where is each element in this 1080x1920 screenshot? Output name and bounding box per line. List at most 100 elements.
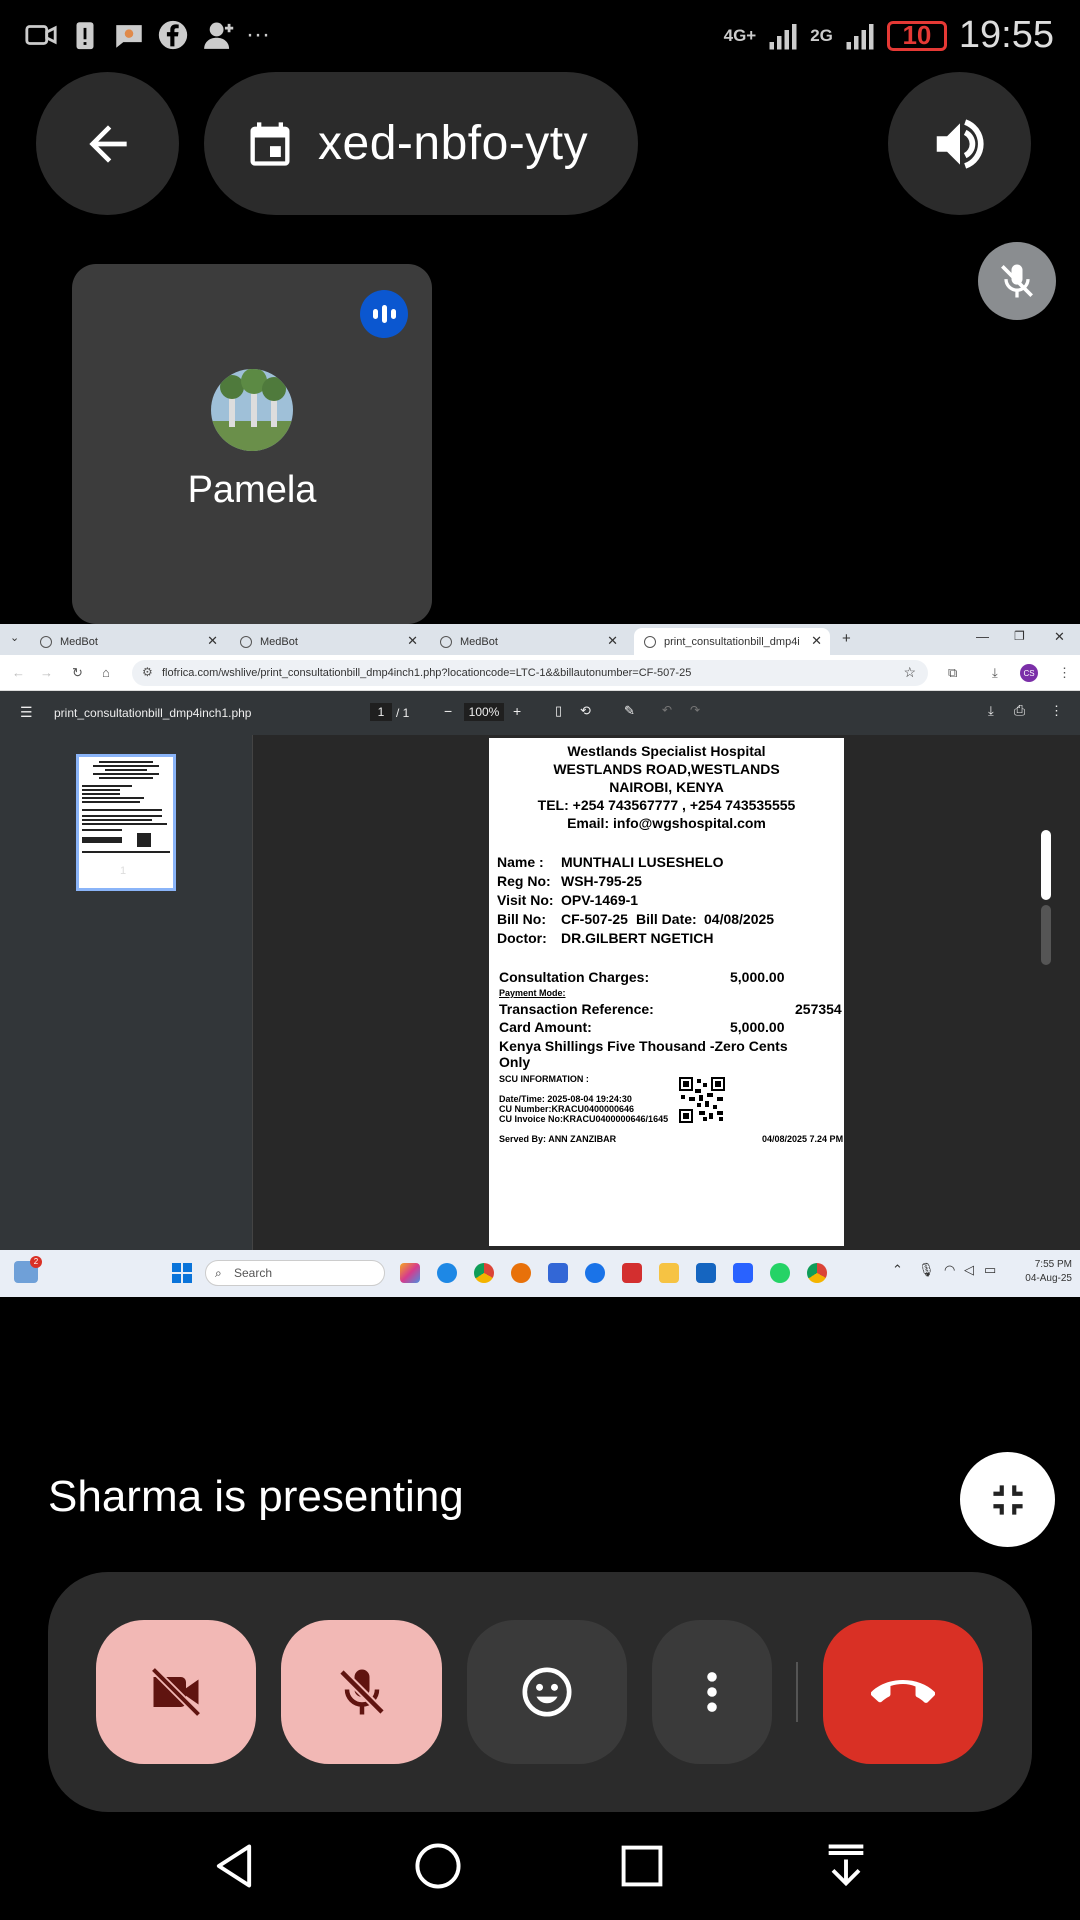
close-icon[interactable]: ✕ bbox=[607, 633, 618, 649]
widgets-badge: 2 bbox=[30, 1256, 42, 1268]
patient-name: MUNTHALI LUSESHELO bbox=[561, 854, 724, 870]
pdf-scrollbar-thumb[interactable] bbox=[1041, 830, 1051, 900]
participant-tile[interactable]: Pamela bbox=[72, 264, 432, 624]
undo-icon[interactable]: ↶ bbox=[662, 703, 672, 717]
reload-icon[interactable]: ↻ bbox=[72, 665, 83, 681]
browser-tab[interactable]: MedBot ✕ bbox=[230, 628, 426, 655]
annotate-icon[interactable]: ✎ bbox=[624, 703, 635, 719]
search-app-icon[interactable] bbox=[511, 1263, 531, 1283]
mic-toggle-button[interactable] bbox=[281, 1620, 442, 1764]
hospital-tel: TEL: +254 743567777 , +254 743535555 bbox=[537, 797, 796, 813]
chrome-icon[interactable] bbox=[474, 1263, 494, 1283]
cu-number: CU Number:KRACU0400000646 bbox=[499, 1104, 635, 1114]
zoom-level[interactable]: 100% bbox=[464, 703, 504, 721]
redo-icon[interactable]: ↷ bbox=[690, 703, 700, 717]
download-icon[interactable]: ⤓ bbox=[988, 703, 994, 719]
nav-back-icon[interactable] bbox=[208, 1840, 260, 1892]
forward-icon[interactable]: → bbox=[40, 665, 53, 680]
bill-date: 04/08/2025 bbox=[704, 911, 775, 927]
tab-label: MedBot bbox=[460, 635, 498, 648]
tab-search-icon[interactable]: ⌄ bbox=[10, 631, 19, 644]
close-icon[interactable]: ✕ bbox=[811, 633, 822, 649]
bookmark-star-icon[interactable]: ☆ bbox=[903, 664, 916, 681]
tray-chevron-icon[interactable]: ⌃ bbox=[892, 1262, 903, 1278]
sidebar-menu-icon[interactable]: ☰ bbox=[20, 704, 33, 721]
mic-off-icon bbox=[995, 259, 1039, 303]
pdf-scrollbar-track[interactable] bbox=[1041, 905, 1051, 965]
pdf-viewer: 1 Westlands Specialist Hospital WESTLAND… bbox=[0, 735, 1080, 1250]
app-icon[interactable] bbox=[585, 1263, 605, 1283]
wps-icon[interactable] bbox=[622, 1263, 642, 1283]
battery-tray-icon[interactable]: ▭ bbox=[984, 1262, 996, 1278]
close-icon[interactable]: ✕ bbox=[207, 633, 218, 649]
snipping-tool-icon[interactable] bbox=[548, 1263, 568, 1283]
camera-toggle-button[interactable] bbox=[96, 1620, 256, 1764]
copilot-icon[interactable] bbox=[400, 1263, 420, 1283]
nav-home-icon[interactable] bbox=[412, 1840, 464, 1892]
tray-mic-icon[interactable]: 🎙 bbox=[918, 1262, 935, 1278]
close-icon[interactable]: ✕ bbox=[407, 633, 418, 649]
reactions-button[interactable] bbox=[467, 1620, 627, 1764]
notification-icons: ··· bbox=[24, 18, 270, 52]
end-call-button[interactable] bbox=[823, 1620, 983, 1764]
visit-label: Visit No: bbox=[497, 892, 554, 908]
rotate-icon[interactable]: ⟲ bbox=[580, 703, 591, 719]
battery-level: 10 bbox=[902, 20, 932, 50]
windows-start-icon[interactable] bbox=[172, 1263, 192, 1283]
minimize-icon bbox=[983, 1475, 1033, 1525]
receipt-page: Westlands Specialist Hospital WESTLANDS … bbox=[489, 738, 844, 1246]
edge-icon[interactable] bbox=[437, 1263, 457, 1283]
notepad-icon[interactable] bbox=[696, 1263, 716, 1283]
more-options-button[interactable] bbox=[652, 1620, 772, 1764]
wifi-icon[interactable]: ◠ bbox=[944, 1262, 955, 1278]
back-icon[interactable]: ← bbox=[12, 665, 25, 680]
address-bar: ← → ↻ ⌂ ⚙ flofrica.com/wshlive/print_con… bbox=[0, 655, 1080, 691]
back-button[interactable] bbox=[36, 72, 179, 215]
globe-icon bbox=[644, 636, 656, 648]
chrome-profile-icon[interactable] bbox=[807, 1263, 827, 1283]
taskbar-search[interactable]: ⌕ Search bbox=[205, 1260, 385, 1286]
pdf-more-icon[interactable]: ⋮ bbox=[1050, 703, 1063, 719]
new-tab-icon[interactable]: + bbox=[842, 630, 851, 647]
page-number-input[interactable]: 1 bbox=[370, 703, 392, 721]
meeting-info-button[interactable]: xed-nbfo-yty bbox=[204, 72, 638, 215]
thumbnail-pane: 1 bbox=[0, 735, 253, 1250]
search-icon: ⌕ bbox=[215, 1266, 222, 1280]
speaking-indicator bbox=[360, 290, 408, 338]
browser-menu-icon[interactable]: ⋮ bbox=[1058, 665, 1071, 681]
nav-recents-icon[interactable] bbox=[616, 1840, 668, 1892]
system-status: 4G+ 2G 10 19:55 bbox=[724, 14, 1054, 57]
qr-code bbox=[679, 1077, 725, 1123]
volume-icon[interactable]: ◁ bbox=[964, 1262, 974, 1278]
home-icon[interactable]: ⌂ bbox=[102, 665, 110, 680]
url-input[interactable]: ⚙ flofrica.com/wshlive/print_consultatio… bbox=[132, 660, 928, 686]
extensions-icon[interactable]: ⧉ bbox=[948, 665, 957, 681]
url-text: flofrica.com/wshlive/print_consultationb… bbox=[162, 667, 692, 679]
whatsapp-icon[interactable] bbox=[770, 1263, 790, 1283]
file-explorer-icon[interactable] bbox=[659, 1263, 679, 1283]
browser-tab-active[interactable]: print_consultationbill_dmp4inch1 ✕ bbox=[634, 628, 830, 655]
calendar-icon bbox=[244, 118, 296, 170]
site-info-icon[interactable]: ⚙ bbox=[142, 665, 153, 679]
browser-tab[interactable]: MedBot ✕ bbox=[430, 628, 626, 655]
zoom-out-icon[interactable]: − bbox=[444, 703, 452, 719]
restore-window-icon[interactable]: ❐ bbox=[1014, 629, 1025, 643]
print-icon[interactable]: ⎙ bbox=[1014, 702, 1025, 719]
zoom-in-icon[interactable]: + bbox=[513, 703, 521, 719]
minimize-window-icon[interactable]: — bbox=[976, 629, 989, 644]
fit-page-icon[interactable]: ▯ bbox=[555, 703, 562, 719]
transaction-reference: 257354 bbox=[795, 1001, 842, 1017]
minimize-presentation-button[interactable] bbox=[960, 1452, 1055, 1547]
browser-tab[interactable]: MedBot ✕ bbox=[30, 628, 226, 655]
taskbar-date: 04-Aug-25 bbox=[1025, 1273, 1072, 1284]
todo-icon[interactable] bbox=[733, 1263, 753, 1283]
close-window-icon[interactable]: ✕ bbox=[1054, 629, 1065, 645]
speaker-button[interactable] bbox=[888, 72, 1031, 215]
name-label: Name : bbox=[497, 854, 544, 870]
downloads-icon[interactable]: ⤓ bbox=[992, 665, 998, 681]
globe-icon bbox=[440, 636, 452, 648]
tab-label: print_consultationbill_dmp4inch1 bbox=[664, 635, 799, 648]
nav-notification-pulldown-icon[interactable] bbox=[820, 1840, 872, 1892]
taskbar-clock[interactable]: 7:55 PM 04-Aug-25 bbox=[1012, 1258, 1072, 1286]
profile-avatar[interactable]: CS bbox=[1020, 664, 1038, 682]
